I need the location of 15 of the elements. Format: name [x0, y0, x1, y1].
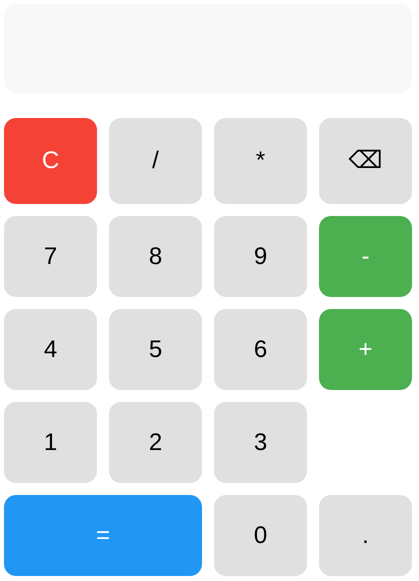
- key-button[interactable]: 7: [4, 216, 97, 297]
- key-button[interactable]: 3: [214, 402, 307, 483]
- clear-button[interactable]: C: [4, 118, 97, 204]
- key-button[interactable]: 0: [214, 495, 307, 576]
- key-button[interactable]: 1: [4, 402, 97, 483]
- key-button[interactable]: 6: [214, 309, 307, 390]
- key-button[interactable]: ⌫: [319, 118, 412, 204]
- key-button[interactable]: /: [109, 118, 202, 204]
- key-button[interactable]: 5: [109, 309, 202, 390]
- key-button[interactable]: *: [214, 118, 307, 204]
- key-button[interactable]: 4: [4, 309, 97, 390]
- key-button[interactable]: 9: [214, 216, 307, 297]
- key-button[interactable]: 8: [109, 216, 202, 297]
- key-button[interactable]: .: [319, 495, 412, 576]
- key-button[interactable]: 2: [109, 402, 202, 483]
